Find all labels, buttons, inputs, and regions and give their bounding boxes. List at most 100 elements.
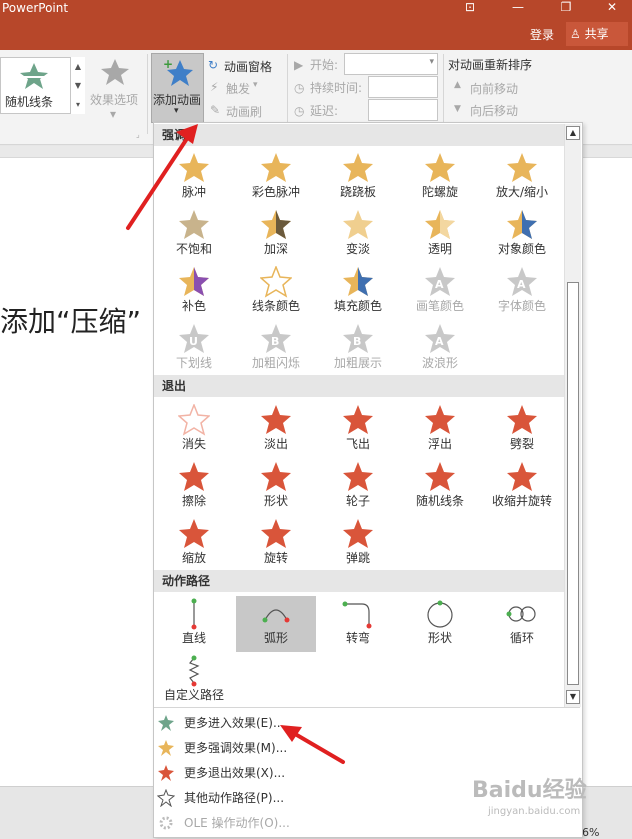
section-emphasis: 强调: [154, 124, 564, 146]
close-icon[interactable]: ✕: [602, 0, 622, 16]
exit-effect-label: 劈裂: [509, 437, 534, 451]
emphasis-effect-label: 跷跷板: [339, 185, 376, 199]
emphasis-effect-item[interactable]: 不饱和: [154, 207, 234, 263]
exit-effect-item[interactable]: 形状: [236, 459, 316, 515]
exit-effect-label: 浮出: [427, 437, 452, 451]
emphasis-effect-item[interactable]: 透明: [400, 207, 480, 263]
gallery-selected-label: 随机线条: [5, 95, 54, 109]
gallery-up-icon[interactable]: ▲: [71, 57, 85, 76]
exit-star-icon: [261, 405, 291, 434]
start-icon: ▶: [294, 58, 304, 72]
exit-effect-item[interactable]: 旋转: [236, 516, 316, 572]
start-dropdown-icon[interactable]: ▾: [429, 57, 434, 67]
exit-star-icon: [507, 405, 537, 434]
emphasis-star-icon: A: [425, 267, 455, 296]
motion-effect-label: 循环: [509, 631, 534, 645]
duration-stepper[interactable]: [368, 76, 438, 98]
exit-effect-item[interactable]: 轮子: [318, 459, 398, 515]
animation-pane-button[interactable]: 动画窗格: [224, 58, 272, 75]
emphasis-effect-item[interactable]: 对象颜色: [482, 207, 562, 263]
slide-text[interactable]: 添加“压缩”: [0, 300, 141, 340]
emphasis-star-icon: U: [179, 324, 209, 353]
exit-effect-item[interactable]: 弹跳: [318, 516, 398, 572]
dropdown-scrollbar[interactable]: ▲ ▼: [564, 124, 581, 707]
emphasis-effect-item[interactable]: 线条颜色: [236, 264, 316, 320]
emphasis-star-icon: A: [425, 324, 455, 353]
svg-text:U: U: [189, 335, 198, 348]
motion-effect-label: 转弯: [345, 631, 370, 645]
exit-star-icon: [425, 405, 455, 434]
app-title: PowerPoint: [2, 1, 69, 15]
exit-effect-item[interactable]: 收缩并旋转: [482, 459, 562, 515]
emphasis-effect-item[interactable]: 放大/缩小: [482, 150, 562, 206]
exit-effect-item[interactable]: 擦除: [154, 459, 234, 515]
emphasis-effect-label: 加深: [263, 242, 288, 256]
login-link[interactable]: 登录: [530, 26, 554, 43]
start-select[interactable]: ▾: [344, 53, 438, 75]
exit-effect-item[interactable]: 劈裂: [482, 402, 562, 458]
emphasis-effect-item[interactable]: 脉冲: [154, 150, 234, 206]
emphasis-effect-item[interactable]: 填充颜色: [318, 264, 398, 320]
minimize-icon[interactable]: —: [508, 0, 528, 16]
motion-effect-item[interactable]: 转弯: [318, 596, 398, 652]
exit-effect-item[interactable]: 淡出: [236, 402, 316, 458]
effect-options-button[interactable]: 效果选项: [90, 91, 138, 108]
motion-effect-item[interactable]: 形状: [400, 596, 480, 652]
zoom-level[interactable]: 6%: [582, 826, 599, 839]
gallery-more-icon[interactable]: ▾: [71, 95, 85, 114]
ribbon-display-icon[interactable]: ⊡: [460, 0, 480, 16]
exit-effect-item[interactable]: 飞出: [318, 402, 398, 458]
emphasis-effect-item[interactable]: 变淡: [318, 207, 398, 263]
exit-effect-item[interactable]: 随机线条: [400, 459, 480, 515]
baidu-watermark-url: jingyan.baidu.com: [488, 806, 581, 817]
trigger-dropdown-icon[interactable]: ▾: [253, 80, 258, 90]
delay-stepper[interactable]: [368, 99, 438, 121]
emphasis-star-icon: [343, 210, 373, 239]
move-later-button[interactable]: 向后移动: [470, 102, 518, 119]
person-icon: ♙: [570, 27, 581, 41]
exit-effect-item[interactable]: 浮出: [400, 402, 480, 458]
emphasis-effect-label: 放大/缩小: [495, 185, 549, 199]
more-effects-label: OLE 操作动作(O)...: [184, 816, 290, 830]
more-effects-menu-item[interactable]: 更多进入效果(E)...: [154, 710, 564, 735]
emphasis-effect-item[interactable]: 陀螺旋: [400, 150, 480, 206]
exit-effect-label: 旋转: [263, 551, 288, 565]
exit-effect-item[interactable]: 消失: [154, 402, 234, 458]
svg-text:A: A: [517, 278, 526, 291]
motion-effect-item[interactable]: 循环: [482, 596, 562, 652]
gear-icon: [159, 816, 173, 830]
motion-path-icon: [506, 606, 536, 622]
scroll-down-icon[interactable]: ▼: [566, 690, 580, 704]
more-effects-menu-item[interactable]: 更多强调效果(M)...: [154, 735, 564, 760]
emphasis-effect-item[interactable]: 补色: [154, 264, 234, 320]
trigger-button[interactable]: 触发: [226, 80, 250, 97]
move-earlier-button[interactable]: 向前移动: [470, 80, 518, 97]
emphasis-star-icon: A: [507, 267, 537, 296]
emphasis-effect-item: A 画笔颜色: [400, 264, 480, 320]
svg-text:A: A: [435, 278, 444, 291]
motion-effect-item[interactable]: 直线: [154, 596, 234, 652]
move-later-icon: ▼: [454, 104, 461, 114]
animation-painter-button[interactable]: 动画刷: [226, 103, 262, 120]
emphasis-effect-item[interactable]: 彩色脉冲: [236, 150, 316, 206]
motion-effect-label: 直线: [181, 631, 206, 645]
emphasis-effect-item[interactable]: 加深: [236, 207, 316, 263]
emphasis-star-icon: [343, 267, 373, 296]
effect-options-dropdown-icon[interactable]: ▾: [110, 107, 116, 121]
add-animation-star-icon: +: [163, 57, 193, 86]
motion-effect-item[interactable]: 弧形: [236, 596, 316, 652]
scroll-thumb[interactable]: [567, 282, 579, 685]
exit-effect-item[interactable]: 缩放: [154, 516, 234, 572]
restore-icon[interactable]: ❐: [556, 0, 576, 16]
emphasis-effect-item: B 加粗闪烁: [236, 321, 316, 377]
gallery-scroll[interactable]: ▲ ▼ ▾: [70, 57, 85, 114]
emphasis-effect-item[interactable]: 跷跷板: [318, 150, 398, 206]
share-button[interactable]: ♙ 共享: [566, 22, 628, 46]
emphasis-effect-item: A 字体颜色: [482, 264, 562, 320]
scroll-up-icon[interactable]: ▲: [566, 126, 580, 140]
dialog-launcher-icon[interactable]: ⌟: [136, 130, 140, 139]
delay-label: 延迟:: [310, 104, 339, 118]
gallery-down-icon[interactable]: ▼: [71, 76, 85, 95]
motion-effect-item[interactable]: 自定义路径: [154, 653, 234, 709]
add-animation-button[interactable]: + 添加动画 ▾: [151, 53, 204, 123]
